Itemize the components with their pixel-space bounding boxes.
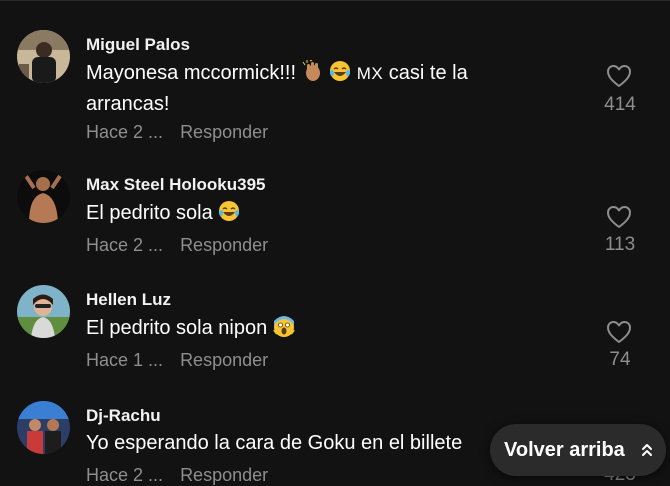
like-count: 74 [609, 349, 631, 370]
comment-text-part: El pedrito sola nipon [86, 317, 273, 339]
comment-meta: Hace 1 ... Responder [86, 350, 268, 371]
comment-text: El pedrito sola nipon [86, 314, 566, 345]
comment-meta: Hace 2 ... Responder [86, 122, 268, 143]
heart-outline-icon[interactable] [606, 205, 632, 229]
comment-text: El pedrito sola [86, 199, 566, 230]
tears-of-joy-emoji [218, 200, 240, 230]
screaming-face-emoji [272, 315, 295, 345]
back-to-top-label: Volver arriba [504, 438, 625, 461]
reply-button[interactable]: Responder [180, 465, 268, 485]
avatar[interactable] [17, 401, 70, 454]
comment-time: Hace 2 ... [86, 122, 164, 142]
like-count: 113 [604, 234, 636, 255]
reply-button[interactable]: Responder [180, 350, 268, 370]
heart-outline-icon[interactable] [606, 320, 632, 344]
back-to-top-button[interactable]: Volver arriba [490, 424, 666, 476]
reply-button[interactable]: Responder [180, 122, 268, 142]
comment-item: Dj-Rachu Yo esperando la cara de Goku en… [0, 0, 670, 485]
reply-button[interactable]: Responder [180, 235, 268, 255]
comment-time: Hace 2 ... [86, 465, 164, 485]
comment-username[interactable]: Max Steel Holooku395 [86, 175, 266, 195]
comment-text-part: El pedrito sola [86, 202, 219, 224]
comment-meta: Hace 2 ... Responder [86, 235, 268, 256]
comment-time: Hace 1 ... [86, 350, 164, 370]
avatar[interactable] [17, 170, 70, 223]
comment-username[interactable]: Hellen Luz [86, 290, 171, 310]
comment-text-part: Yo esperando la cara de Goku en el bille… [86, 432, 463, 454]
comment-username[interactable]: Dj-Rachu [86, 406, 161, 426]
double-chevron-up-icon [640, 441, 654, 459]
avatar[interactable] [17, 285, 70, 338]
comment-time: Hace 2 ... [86, 235, 164, 255]
comment-meta: Hace 2 ... Responder [86, 465, 268, 486]
